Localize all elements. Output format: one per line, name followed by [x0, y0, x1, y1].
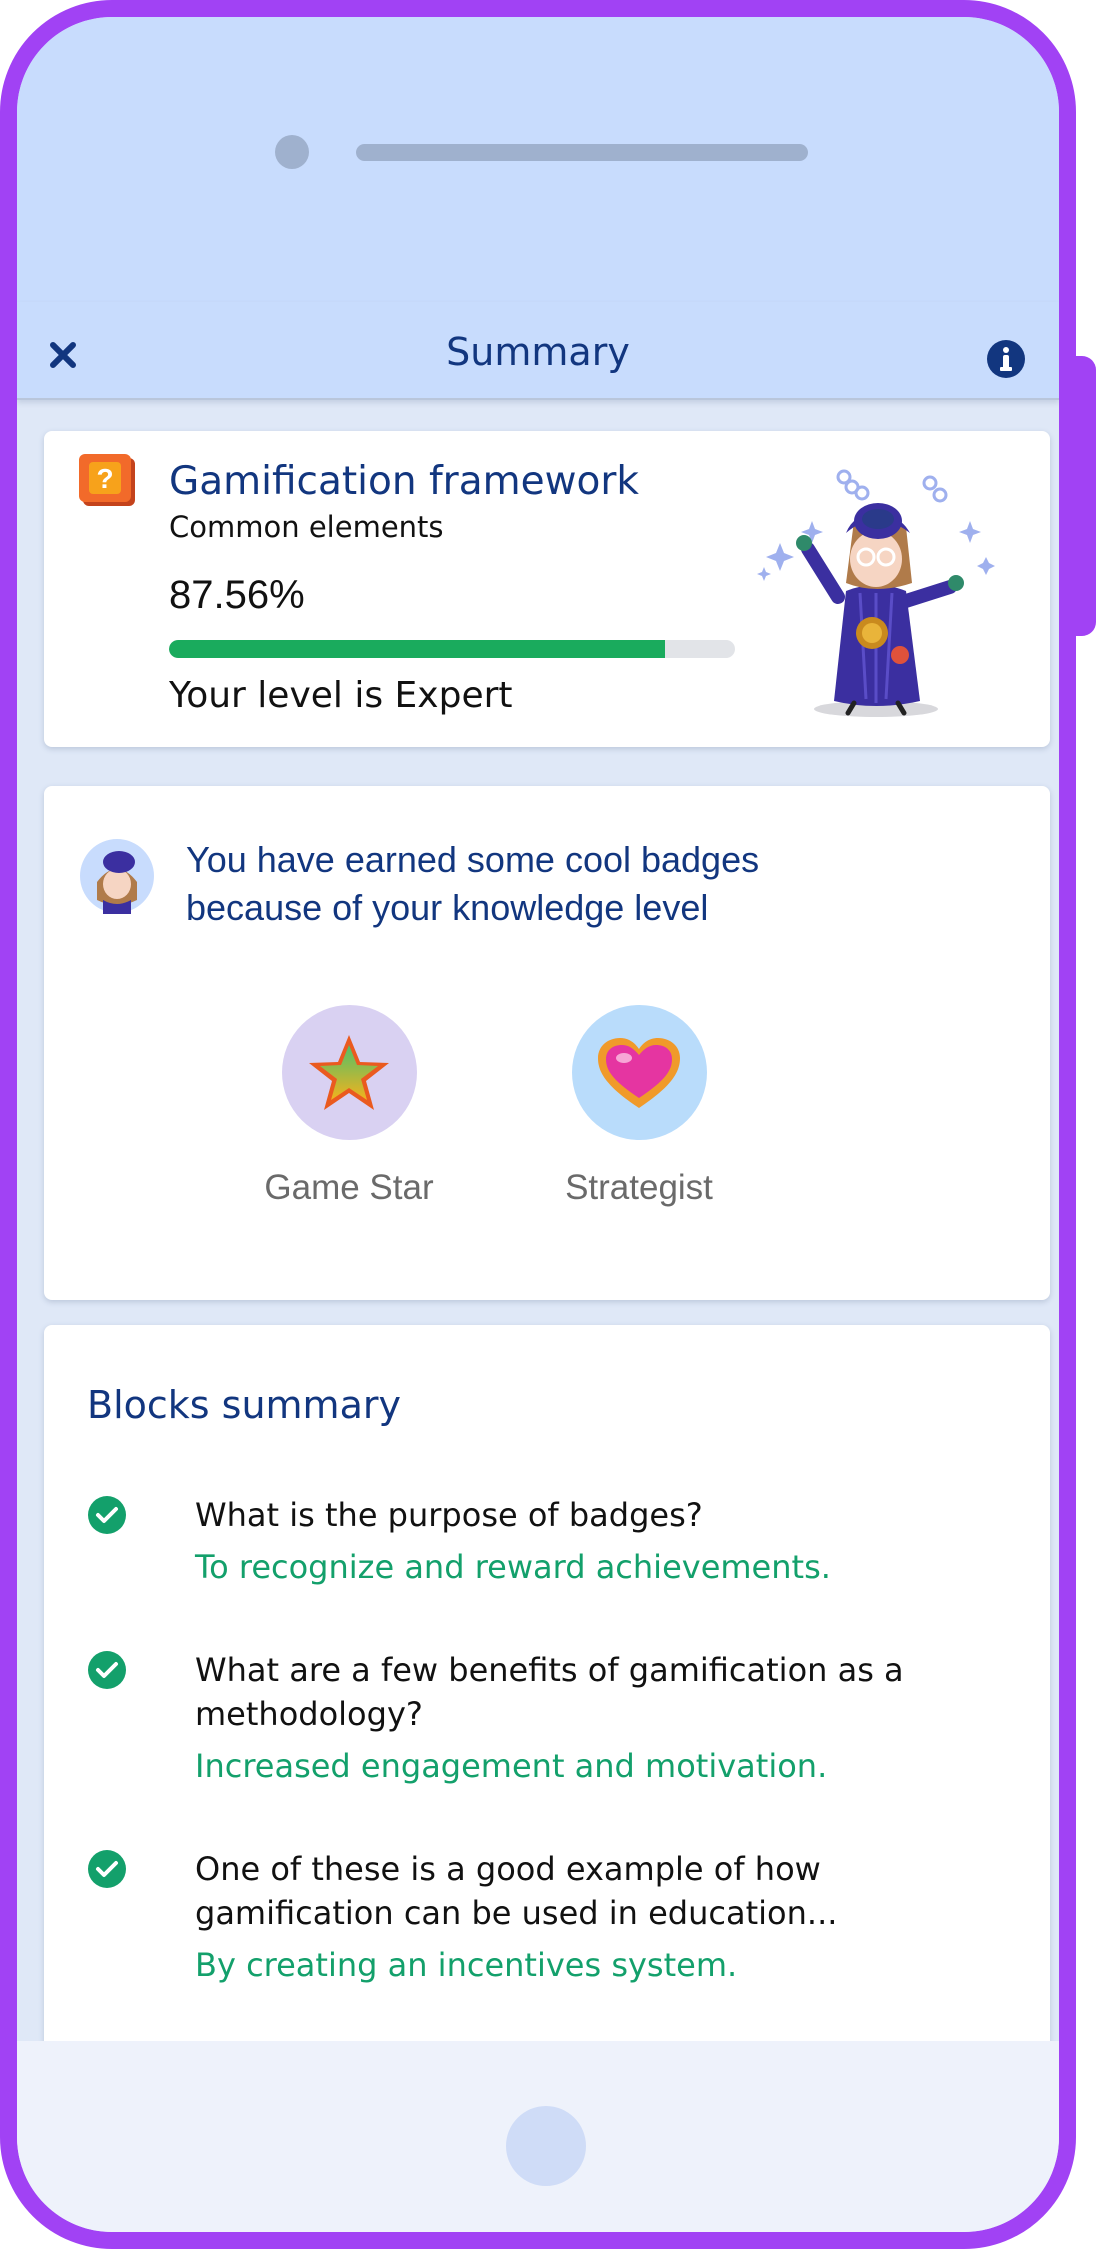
- phone-frame: Summary ? Gamification framework Common …: [0, 0, 1076, 2249]
- level-text: Your level is Expert: [169, 675, 513, 716]
- speaker: [356, 144, 808, 161]
- badges-card: You have earned some cool badges because…: [44, 786, 1050, 1300]
- wizard-mascot-illustration: [757, 469, 995, 717]
- answer-text: By creating an incentives system.: [195, 1946, 738, 1984]
- framework-title: Gamification framework: [169, 459, 639, 504]
- badge-label: Game Star: [264, 1168, 434, 1207]
- badge-game-star[interactable]: Game Star: [219, 1005, 479, 1208]
- badge-label: Strategist: [565, 1168, 713, 1207]
- list-item: What is the purpose of badges? To recogn…: [87, 1493, 1007, 1589]
- blocks-summary-title: Blocks summary: [87, 1383, 401, 1427]
- question-text: What is the purpose of badges?: [195, 1496, 703, 1534]
- question-text: What are a few benefits of gamification …: [195, 1651, 904, 1733]
- check-circle-icon: [88, 1850, 126, 1888]
- framework-subtitle: Common elements: [169, 510, 444, 544]
- star-badge-icon: [309, 1034, 389, 1110]
- blocks-summary-card: Blocks summary What is the purpose of ba…: [44, 1325, 1050, 2085]
- answer-text: To recognize and reward achievements.: [195, 1548, 831, 1586]
- answer-text: Increased engagement and motivation.: [195, 1747, 828, 1785]
- progress-fill: [169, 640, 665, 658]
- info-button[interactable]: [986, 339, 1026, 379]
- avatar: [80, 839, 154, 914]
- side-button[interactable]: [1076, 356, 1096, 636]
- score-value: 87.56%: [169, 573, 305, 617]
- page-title: Summary: [446, 330, 630, 374]
- svg-text:?: ?: [96, 463, 113, 494]
- badge-strategist[interactable]: Strategist: [509, 1005, 769, 1208]
- list-item: What are a few benefits of gamification …: [87, 1648, 1007, 1788]
- progress-bar: [169, 640, 735, 658]
- header-bar: Summary: [17, 302, 1059, 400]
- heart-badge-icon: [598, 1037, 680, 1108]
- badges-message: You have earned some cool badges because…: [186, 839, 760, 928]
- info-icon: [987, 340, 1025, 378]
- list-item: One of these is a good example of how ga…: [87, 1847, 1007, 1987]
- check-circle-icon: [88, 1651, 126, 1689]
- question-text: One of these is a good example of how ga…: [195, 1850, 838, 1932]
- home-button[interactable]: [506, 2106, 586, 2186]
- check-circle-icon: [88, 1496, 126, 1534]
- framework-card: ? Gamification framework Common elements…: [44, 431, 1050, 747]
- question-block-icon: ?: [79, 454, 135, 506]
- camera: [275, 135, 309, 169]
